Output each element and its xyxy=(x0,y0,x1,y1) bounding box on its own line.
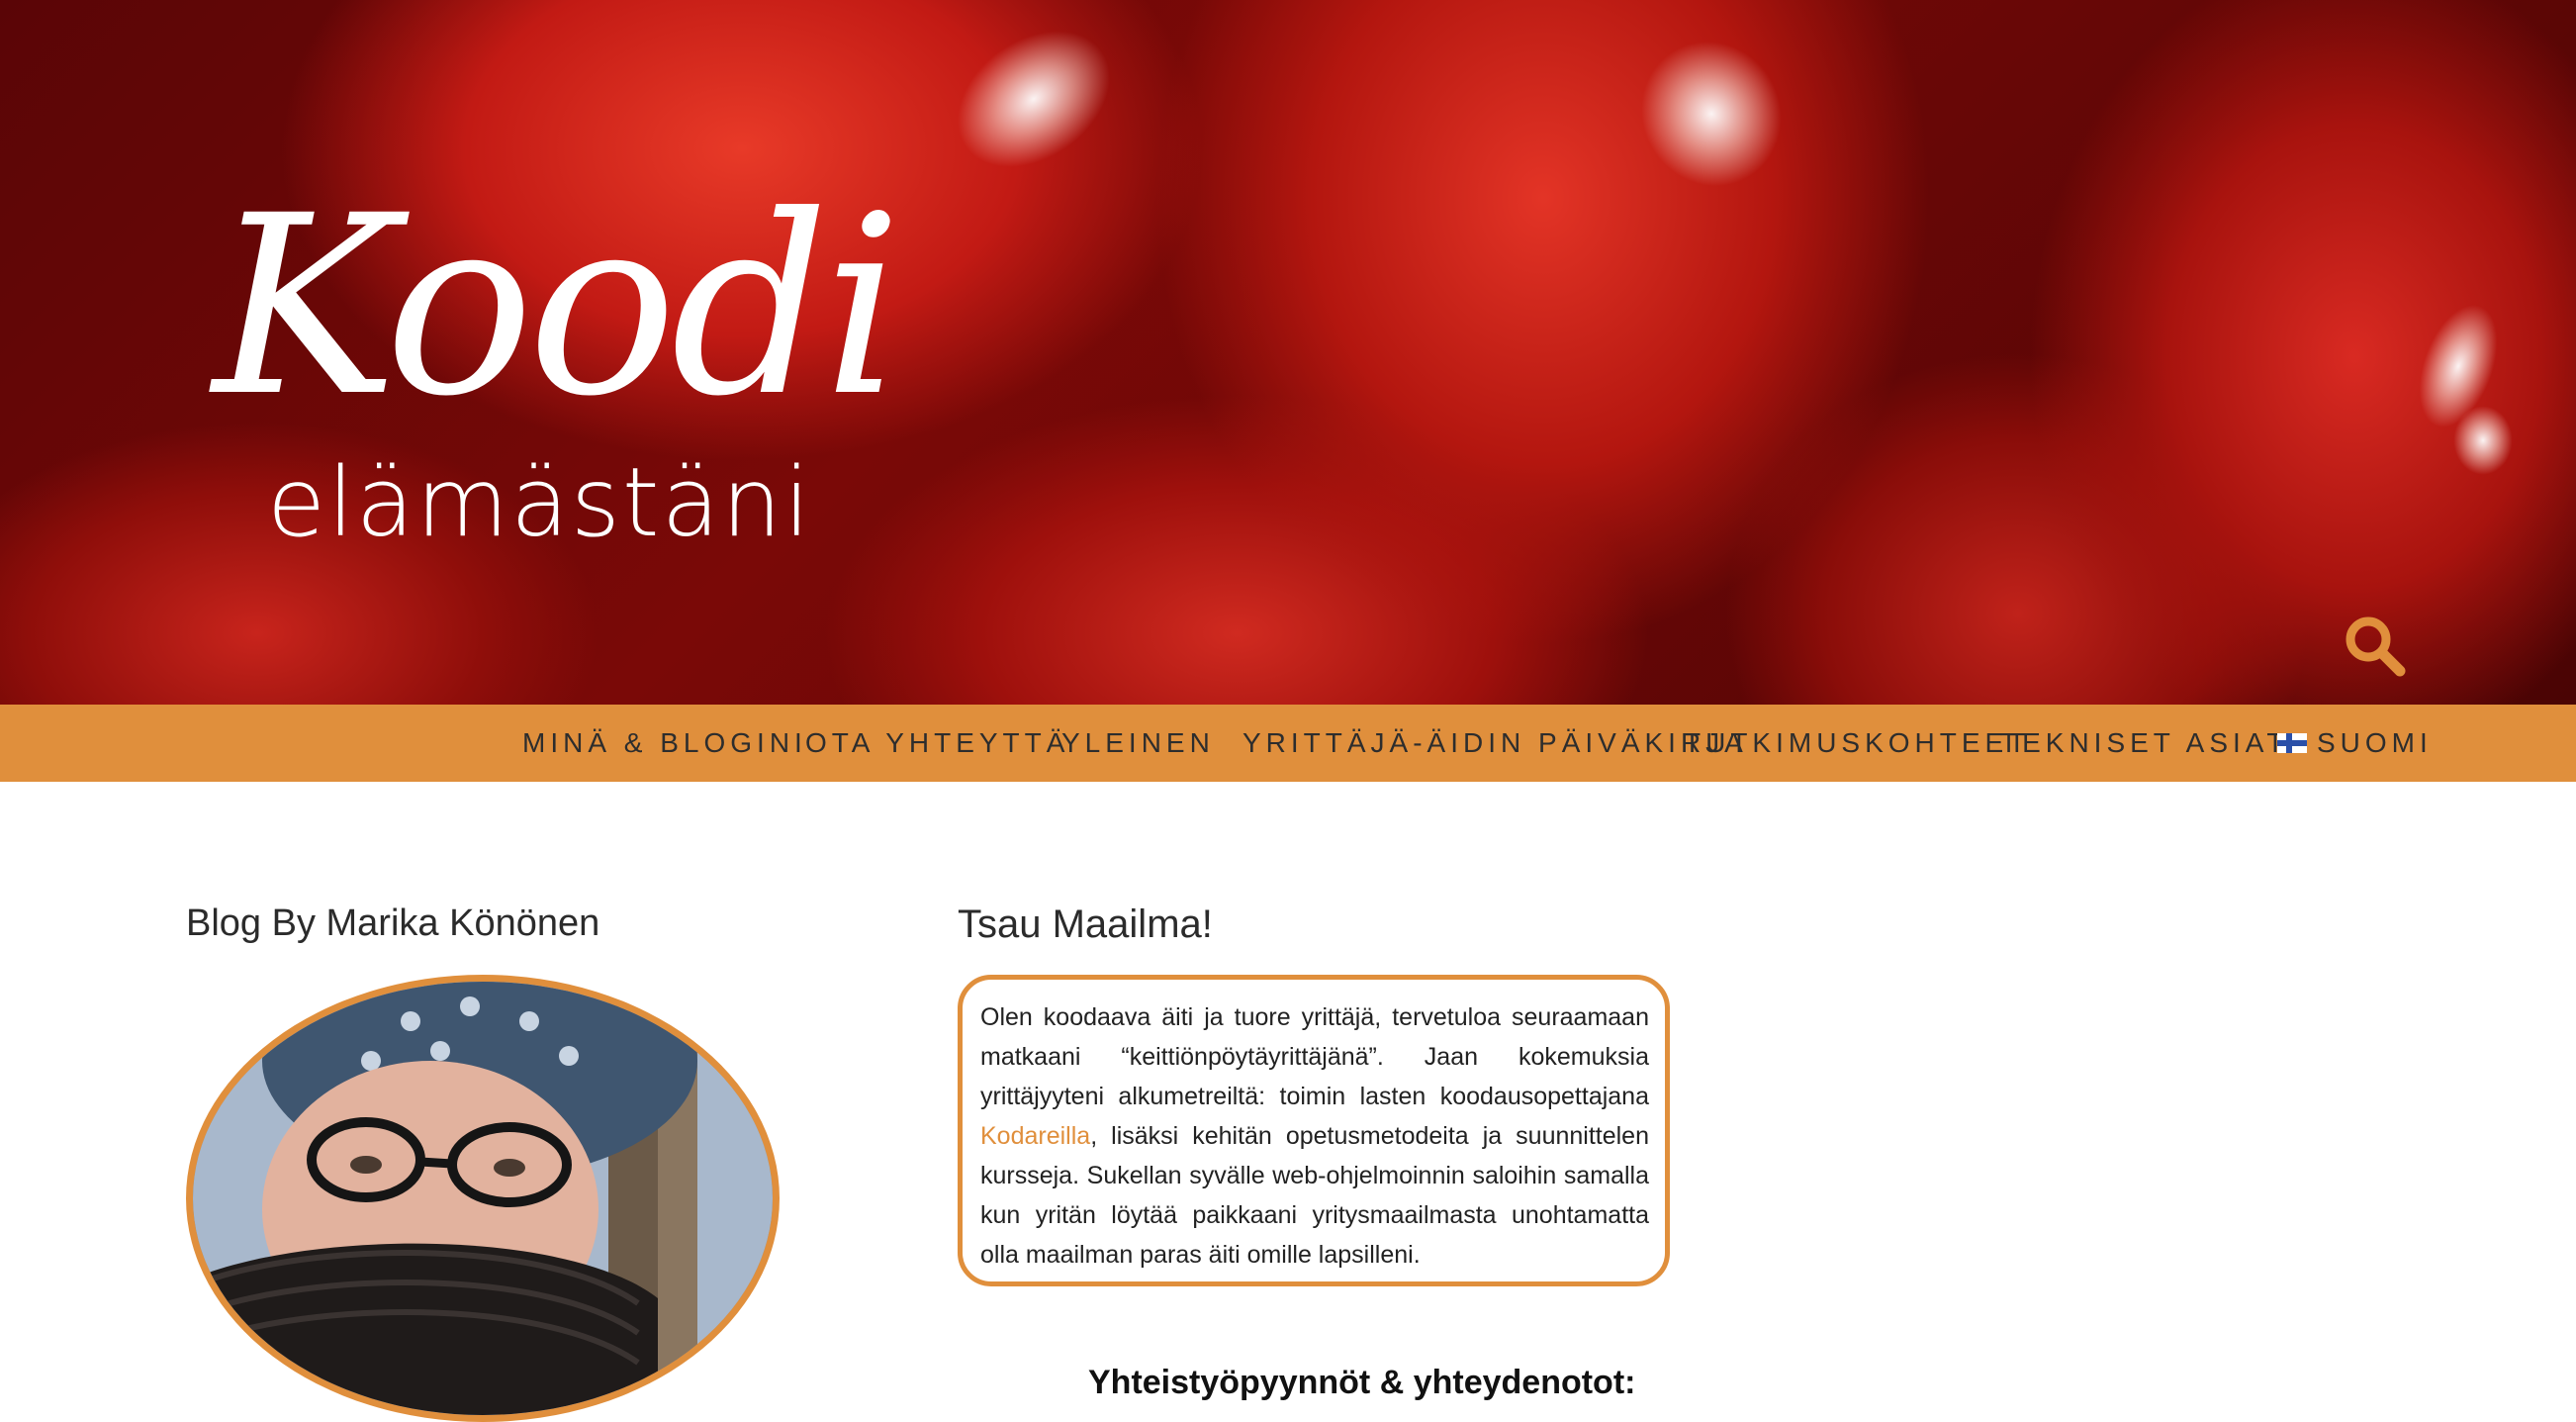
site-logo[interactable]: Koodi elämästäni xyxy=(213,183,935,559)
search-icon xyxy=(2346,616,2406,677)
logo-script-text: Koodi xyxy=(213,162,902,450)
intro-text-box: Olen koodaava äiti ja tuore yrittäjä, te… xyxy=(958,975,1670,1286)
main-navigation: MINÄ & BLOGINI OTA YHTEYTTÄ YLEINEN YRIT… xyxy=(0,705,2576,782)
nav-item-mina-blogini[interactable]: MINÄ & BLOGINI xyxy=(522,705,807,782)
nav-item-ota-yhteytta[interactable]: OTA YHTEYTTÄ xyxy=(805,705,1069,782)
author-photo xyxy=(186,975,780,1422)
sidebar-title: Blog By Marika Könönen xyxy=(186,902,600,944)
contact-heading: Yhteistyöpyynnöt & yhteydenotot: xyxy=(1088,1364,1636,1401)
post-title: Tsau Maailma! xyxy=(958,902,1213,946)
language-label: SUOMI xyxy=(2317,727,2433,758)
apple-highlight xyxy=(930,2,1138,196)
nav-item-yrittaja-aidin-paivakirja[interactable]: YRITTÄJÄ-ÄIDIN PÄIVÄKIRJA xyxy=(1242,705,1748,782)
nav-item-yleinen[interactable]: YLEINEN xyxy=(1061,705,1215,782)
apple-highlight xyxy=(2453,406,2513,475)
intro-text-part1: Olen koodaava äiti ja tuore yrittäjä, te… xyxy=(980,1003,1649,1110)
nav-item-tekniset-asiat[interactable]: TEKNISET ASIAT xyxy=(2000,705,2288,782)
search-button[interactable] xyxy=(2343,614,2408,679)
logo-subtitle: elämästäni xyxy=(267,447,812,558)
finland-flag-icon xyxy=(2277,732,2307,753)
nav-item-tutkimuskohteet[interactable]: TUTKIMUSKOHTEET xyxy=(1684,705,2030,782)
kodareilla-link[interactable]: Kodareilla xyxy=(980,1122,1090,1150)
header-banner: Koodi elämästäni xyxy=(0,0,2576,705)
nav-item-language-suomi[interactable]: SUOMI xyxy=(2277,705,2433,782)
author-photo-illustration xyxy=(193,982,773,1415)
apple-highlight xyxy=(1613,15,1809,213)
